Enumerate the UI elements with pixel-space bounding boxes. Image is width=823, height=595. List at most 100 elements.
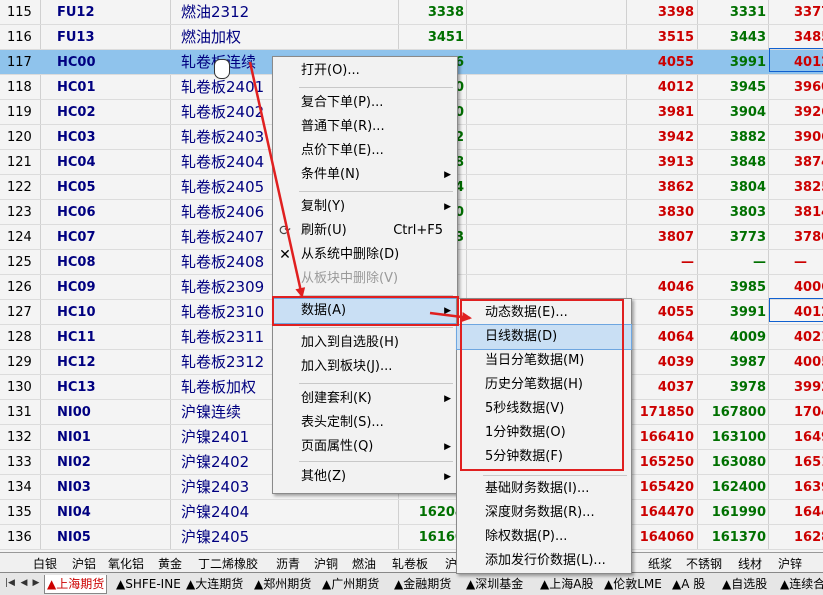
cell-code: HC13	[57, 380, 96, 395]
menu-item-compound-order[interactable]: 复合下单(P)...	[273, 91, 457, 115]
menu-label: 表头定制(S)...	[301, 415, 384, 430]
cell-v4: 3814	[794, 205, 823, 220]
cell-code: HC05	[57, 180, 96, 195]
menu-item-refresh[interactable]: ⟳ 刷新(U) Ctrl+F5	[273, 219, 457, 243]
category-item[interactable]: 沪铝	[72, 555, 96, 572]
cell-v4: 3485	[794, 30, 823, 45]
cell-num: 134	[7, 480, 32, 495]
menu-item-open[interactable]: 打开(O)...	[273, 59, 457, 83]
cell-v3: 4009	[729, 330, 766, 345]
market-tab[interactable]: ▲大连期货	[186, 575, 243, 593]
row-divider	[0, 549, 823, 550]
market-tab[interactable]: ▲上海A股	[540, 575, 593, 593]
cell-num: 119	[7, 105, 32, 120]
cell-num: 135	[7, 505, 32, 520]
category-item[interactable]: 氧化铝	[108, 555, 144, 572]
cell-num: 133	[7, 455, 32, 470]
cell-v2: 164060	[639, 530, 694, 545]
cell-v2: 3981	[657, 105, 694, 120]
cell-v2: —	[681, 255, 694, 270]
cell-num: 118	[7, 80, 32, 95]
cell-v3: 3945	[729, 80, 766, 95]
cell-v2: 4055	[657, 305, 694, 320]
market-tab[interactable]: ▲深圳基金	[466, 575, 523, 593]
cell-focus-box	[769, 298, 823, 322]
cell-num: 127	[7, 305, 32, 320]
menu-item-add-block[interactable]: 加入到板块(J)...	[273, 355, 457, 379]
cell-v3: 3985	[729, 280, 766, 295]
submenu-item-issue-price[interactable]: 添加发行价数据(L)...	[457, 549, 631, 573]
menu-separator	[299, 327, 453, 328]
cell-v2: 171850	[639, 405, 694, 420]
market-tab[interactable]: ▲郑州期货	[254, 575, 311, 593]
menu-item-condition-order[interactable]: 条件单(N) ▶	[273, 163, 457, 187]
cell-code: NI02	[57, 455, 91, 470]
cell-v3: 3804	[729, 180, 766, 195]
submenu-item-exright-data[interactable]: 除权数据(P)...	[457, 525, 631, 549]
submenu-item-deep-finance[interactable]: 深度财务数据(R)...	[457, 501, 631, 525]
cell-code: HC09	[57, 280, 96, 295]
cell-num: 132	[7, 430, 32, 445]
cell-code: NI05	[57, 530, 91, 545]
cell-v3: 163100	[711, 430, 766, 445]
table-row[interactable]: 116 FU13 燃油加权 3451 3515 3443 3485	[0, 25, 823, 50]
cell-v3: 163080	[711, 455, 766, 470]
cell-num: 117	[7, 55, 32, 70]
category-item[interactable]: 燃油	[352, 555, 376, 572]
menu-item-normal-order[interactable]: 普通下单(R)...	[273, 115, 457, 139]
cell-v3: 167800	[711, 405, 766, 420]
cell-v1: 16204	[418, 505, 464, 520]
cell-v2: 165420	[639, 480, 694, 495]
cell-v3: 3331	[729, 5, 766, 20]
tab-scroll-prev-icon[interactable]: ◀	[18, 576, 30, 591]
market-tab[interactable]: ▲金融期货	[394, 575, 451, 593]
cell-code: NI00	[57, 405, 91, 420]
menu-item-page-properties[interactable]: 页面属性(Q) ▶	[273, 435, 457, 459]
menu-item-delete-block: 从板块中删除(V)	[273, 267, 457, 291]
menu-item-add-watchlist[interactable]: 加入到自选股(H)	[273, 331, 457, 355]
cell-code: HC04	[57, 155, 96, 170]
category-item[interactable]: 轧卷板	[392, 555, 428, 572]
cell-v2: 164470	[639, 505, 694, 520]
submenu-item-basic-finance[interactable]: 基础财务数据(I)...	[457, 477, 631, 501]
category-item[interactable]: 白银	[33, 555, 57, 572]
hand-cursor-icon	[214, 59, 230, 79]
market-tab[interactable]: ▲广州期货	[322, 575, 379, 593]
cell-num: 124	[7, 230, 32, 245]
category-item[interactable]: 沥青	[276, 555, 300, 572]
market-tab[interactable]: ▲上海期货	[44, 575, 108, 594]
market-tab[interactable]: ▲自选股	[722, 575, 767, 593]
category-item[interactable]: 不锈钢	[686, 555, 722, 572]
table-row[interactable]: 135 NI04 沪镍2404 16204 164470 161990 164470	[0, 500, 823, 525]
category-item[interactable]: 沪铜	[314, 555, 338, 572]
menu-label: 其他(Z)	[301, 469, 347, 484]
menu-item-other[interactable]: 其他(Z) ▶	[273, 465, 457, 489]
category-item[interactable]: 沪锌	[778, 555, 802, 572]
market-tab[interactable]: ▲伦敦LME	[604, 575, 662, 593]
table-row[interactable]: 115 FU12 燃油2312 3338 3398 3331 3377	[0, 0, 823, 25]
cell-v2: 4046	[657, 280, 694, 295]
category-item[interactable]: 纸浆	[648, 555, 672, 572]
menu-label: 打开(O)...	[301, 63, 360, 78]
menu-label: 创建套利(K)	[301, 391, 372, 406]
menu-item-click-order[interactable]: 点价下单(E)...	[273, 139, 457, 163]
menu-item-create-arbitrage[interactable]: 创建套利(K) ▶	[273, 387, 457, 411]
category-item[interactable]: 黄金	[158, 555, 182, 572]
cell-num: 125	[7, 255, 32, 270]
menu-label: 复制(Y)	[301, 199, 346, 214]
menu-item-header-customize[interactable]: 表头定制(S)...	[273, 411, 457, 435]
cell-v3: 3987	[729, 355, 766, 370]
market-tab[interactable]: ▲A 股	[672, 575, 705, 593]
table-row[interactable]: 136 NI05 沪镍2405 16160 164060 161370 162880	[0, 525, 823, 550]
cell-v2: 3862	[657, 180, 694, 195]
menu-item-delete-system[interactable]: ✕ 从系统中删除(D)	[273, 243, 457, 267]
market-tab[interactable]: ▲连续合	[780, 575, 823, 593]
tab-scroll-first-icon[interactable]: |◀	[4, 576, 16, 591]
cell-code: HC01	[57, 80, 96, 95]
menu-label: 加入到板块(J)...	[301, 359, 393, 374]
category-item[interactable]: 丁二烯橡胶	[198, 555, 258, 572]
category-item[interactable]: 线材	[738, 555, 762, 572]
market-tab[interactable]: ▲SHFE-INE	[116, 575, 181, 593]
tab-scroll-next-icon[interactable]: ▶	[30, 576, 42, 591]
menu-item-copy[interactable]: 复制(Y) ▶	[273, 195, 457, 219]
